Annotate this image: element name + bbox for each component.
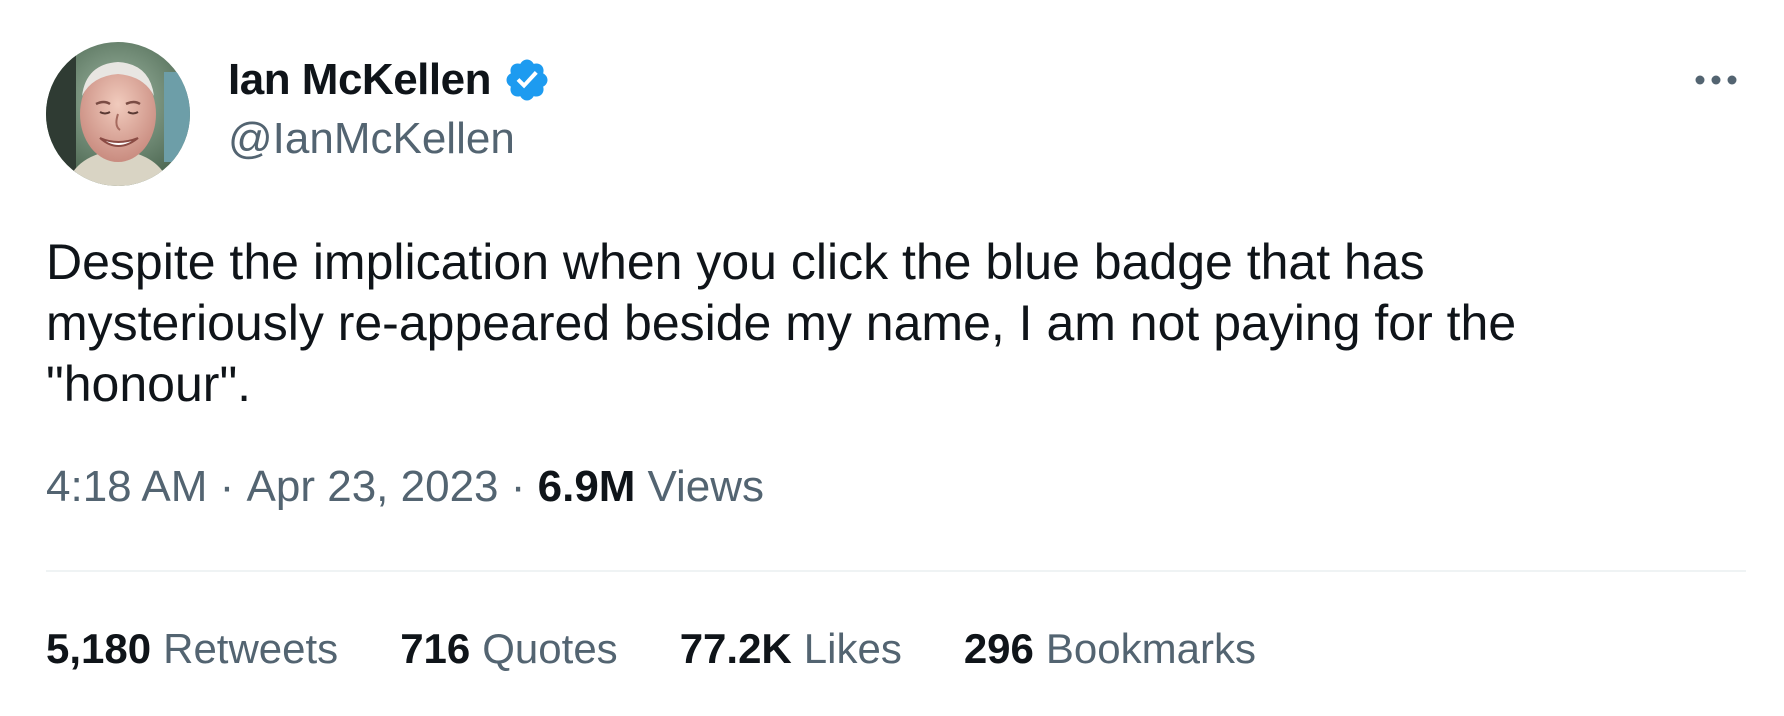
tweet-time[interactable]: 4:18 AM (46, 462, 207, 512)
verified-badge-icon[interactable] (503, 56, 551, 104)
stat-likes[interactable]: 77.2K Likes (680, 625, 902, 673)
stat-count: 296 (963, 625, 1034, 672)
stat-bookmarks[interactable]: 296 Bookmarks (964, 625, 1256, 673)
stat-label: Likes (803, 625, 902, 672)
stat-count: 5,180 (46, 625, 152, 672)
tweet-date[interactable]: Apr 23, 2023 (247, 462, 499, 512)
tweet-text: Despite the implication when you click t… (46, 234, 1517, 412)
divider (46, 570, 1746, 572)
meta-separator: · (498, 462, 538, 511)
user-handle[interactable]: @IanMcKellen (228, 114, 551, 164)
views-count: 6.9M (537, 462, 636, 511)
stat-retweets[interactable]: 5,180 Retweets (46, 625, 338, 673)
stat-label: Retweets (163, 625, 339, 672)
stat-quotes[interactable]: 716 Quotes (400, 625, 618, 673)
stat-label: Quotes (482, 625, 618, 672)
name-row: Ian McKellen (228, 52, 551, 108)
stat-label: Bookmarks (1045, 625, 1256, 672)
tweet-card: Ian McKellen @IanMcKellen Despite the im… (0, 0, 1784, 716)
tweet-meta: 4:18 AM · Apr 23, 2023 · 6.9M Views (46, 462, 764, 512)
meta-separator: · (207, 462, 247, 511)
engagement-stats: 5,180 Retweets 716 Quotes 77.2K Likes 29… (46, 625, 1318, 673)
views-label: Views (647, 462, 765, 511)
more-horizontal-icon (1695, 75, 1737, 85)
author-info: Ian McKellen @IanMcKellen (228, 52, 551, 164)
avatar[interactable] (46, 42, 190, 186)
display-name[interactable]: Ian McKellen (228, 55, 491, 105)
profile-photo-icon (46, 42, 190, 186)
stat-count: 716 (400, 625, 471, 672)
more-options-button[interactable] (1686, 58, 1746, 102)
stat-count: 77.2K (679, 625, 792, 672)
